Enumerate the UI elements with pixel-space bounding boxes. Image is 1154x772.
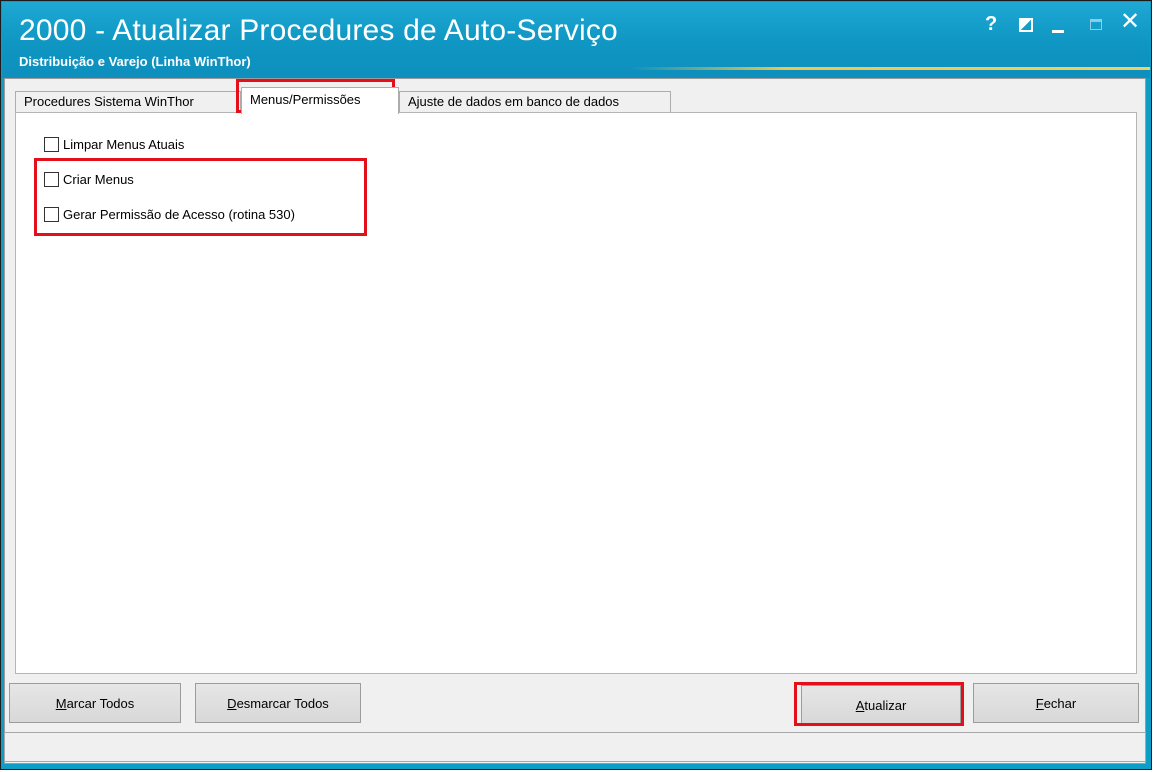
- tab-panel-menus-permissoes: Limpar Menus Atuais Criar Menus Gerar Pe…: [15, 112, 1137, 674]
- window-subtitle: Distribuição e Varejo (Linha WinThor): [19, 54, 251, 69]
- maximize-icon[interactable]: [1090, 19, 1102, 30]
- tab-ajuste-de-dados[interactable]: Ajuste de dados em banco de dados: [399, 91, 671, 113]
- client-area: Procedures Sistema WinThor Menus/Permiss…: [4, 78, 1146, 764]
- checkbox[interactable]: [44, 171, 59, 187]
- checkbox-label: Criar Menus: [63, 171, 134, 187]
- title-bar[interactable]: 2000 - Atualizar Procedures de Auto-Serv…: [2, 2, 1150, 78]
- button-label: arcar Todos: [66, 695, 135, 711]
- option-limpar-menus-atuais[interactable]: Limpar Menus Atuais: [44, 134, 184, 154]
- button-label: tualizar: [864, 697, 907, 713]
- checkbox[interactable]: [44, 136, 59, 152]
- checkbox-label: Limpar Menus Atuais: [63, 136, 185, 152]
- marcar-todos-button[interactable]: Marcar Todos: [9, 683, 181, 723]
- option-criar-menus[interactable]: Criar Menus: [44, 169, 134, 189]
- tab-menus-permissoes[interactable]: Menus/Permissões: [241, 87, 399, 114]
- help-button[interactable]: ?: [985, 14, 997, 34]
- checkbox[interactable]: [44, 206, 59, 222]
- button-label: echar: [1043, 695, 1077, 711]
- desmarcar-todos-button[interactable]: Desmarcar Todos: [195, 683, 361, 723]
- tab-procedures-sistema-winthor[interactable]: Procedures Sistema WinThor: [15, 91, 241, 113]
- theme-icon[interactable]: [1019, 18, 1033, 32]
- checkbox-label: Gerar Permissão de Acesso (rotina 530): [63, 206, 295, 222]
- button-label: esmarcar Todos: [236, 695, 329, 711]
- option-gerar-permissao-acesso[interactable]: Gerar Permissão de Acesso (rotina 530): [44, 204, 295, 224]
- close-icon[interactable]: ✕: [1120, 10, 1140, 34]
- mnemonic: M: [55, 695, 67, 711]
- mnemonic: A: [855, 697, 865, 713]
- status-bar: [4, 732, 1146, 762]
- window-title: 2000 - Atualizar Procedures de Auto-Serv…: [19, 14, 618, 47]
- fechar-button[interactable]: Fechar: [973, 683, 1139, 723]
- minimize-icon[interactable]: [1052, 30, 1064, 33]
- mnemonic: D: [227, 695, 237, 711]
- atualizar-button[interactable]: Atualizar: [801, 685, 961, 725]
- mnemonic: F: [1035, 695, 1044, 711]
